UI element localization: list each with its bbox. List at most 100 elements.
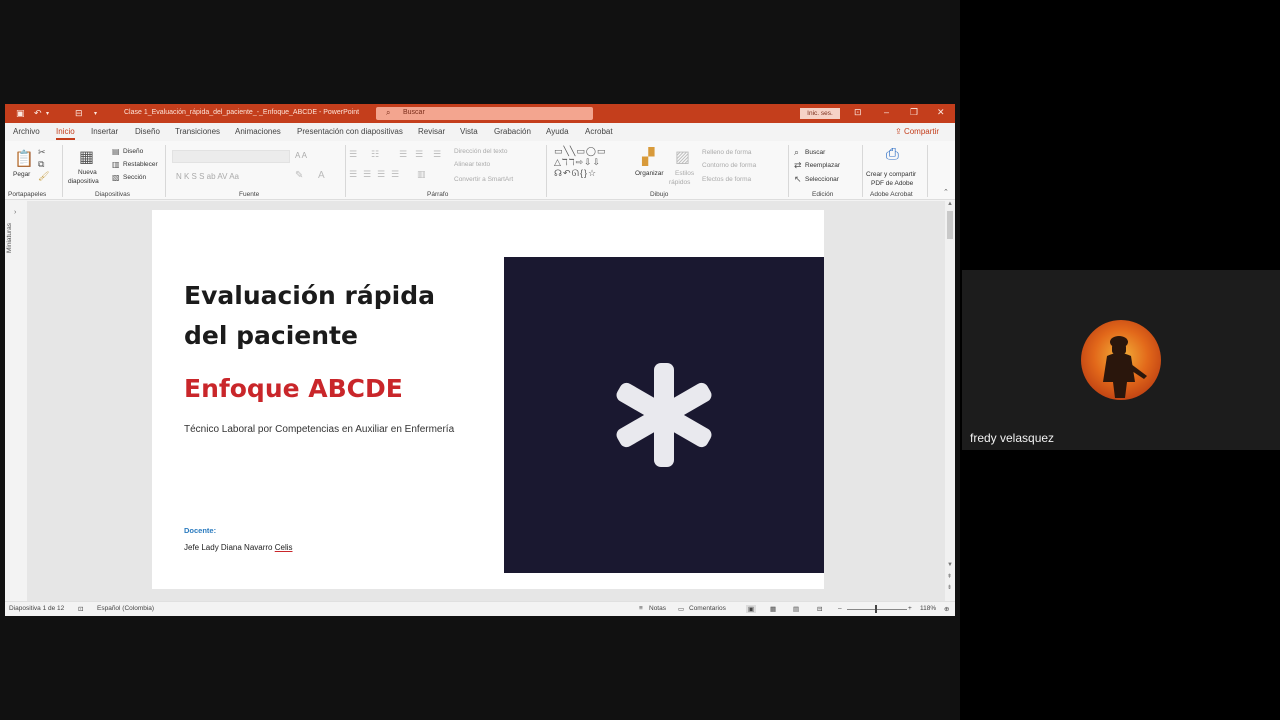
- thumbnails-pane[interactable]: › Miniaturas: [5, 201, 27, 601]
- text-direction-button[interactable]: Dirección del texto: [454, 148, 507, 155]
- slide[interactable]: Evaluación rápida del paciente Enfoque A…: [152, 210, 824, 589]
- teacher-name[interactable]: Jefe Lady Diana Navarro Celis: [184, 543, 293, 552]
- tab-transiciones[interactable]: Transiciones: [175, 127, 220, 136]
- collapse-ribbon-icon[interactable]: ⌃: [943, 188, 949, 196]
- zoom-level[interactable]: 118%: [920, 605, 936, 612]
- font-color-icon[interactable]: A: [318, 170, 325, 181]
- bullets-icon[interactable]: ☰: [349, 149, 357, 160]
- create-pdf-button-2[interactable]: PDF de Adobe: [871, 180, 913, 187]
- tab-archivo[interactable]: Archivo: [13, 127, 40, 136]
- zoom-slider[interactable]: [847, 609, 907, 610]
- arrange-icon[interactable]: ▞: [642, 147, 654, 167]
- create-pdf-button[interactable]: Crear y compartir: [866, 171, 916, 178]
- tab-revisar[interactable]: Revisar: [418, 127, 445, 136]
- font-format-buttons[interactable]: N K S S ab AV Aa: [176, 172, 239, 181]
- share-button[interactable]: ⇪ Compartir: [895, 127, 939, 136]
- outdent-icon[interactable]: ☰: [415, 149, 423, 160]
- columns-icon[interactable]: ▥: [417, 169, 426, 180]
- minimize-icon[interactable]: –: [884, 107, 889, 117]
- quick-styles-button-2[interactable]: rápidos: [669, 179, 690, 186]
- language-indicator[interactable]: Español (Colombia): [97, 605, 154, 612]
- align-text-button[interactable]: Alinear texto: [454, 161, 490, 168]
- indent-icon[interactable]: ☰: [399, 149, 407, 160]
- restore-icon[interactable]: ❐: [910, 107, 918, 118]
- autosave-icon[interactable]: ▣: [16, 108, 25, 119]
- participant-tile[interactable]: fredy velasquez: [962, 270, 1280, 450]
- select-button[interactable]: Seleccionar: [805, 176, 839, 183]
- tab-animaciones[interactable]: Animaciones: [235, 127, 281, 136]
- format-painter-icon[interactable]: 🖌: [38, 171, 49, 182]
- quick-styles-button[interactable]: Estilos: [675, 170, 694, 177]
- slideshow-icon[interactable]: ⊟: [817, 605, 822, 613]
- program-name[interactable]: Técnico Laboral por Competencias en Auxi…: [184, 424, 454, 435]
- group-label-parrafo: Párrafo: [427, 191, 449, 198]
- create-pdf-icon[interactable]: ⎙: [886, 146, 899, 164]
- tab-vista[interactable]: Vista: [460, 127, 478, 136]
- font-size-buttons[interactable]: A A: [295, 151, 307, 160]
- vertical-scrollbar[interactable]: ▲ ▼ ⇞ ⇟: [945, 201, 955, 601]
- find-button[interactable]: Buscar: [805, 149, 825, 156]
- fit-to-window-icon[interactable]: ⊕: [944, 605, 949, 613]
- slide-sorter-icon[interactable]: ▦: [770, 605, 776, 613]
- arrange-button[interactable]: Organizar: [635, 170, 664, 177]
- paste-label[interactable]: Pegar: [13, 171, 30, 178]
- reset-button[interactable]: Restablecer: [123, 161, 158, 168]
- tab-acrobat[interactable]: Acrobat: [585, 127, 613, 136]
- line-spacing-icon[interactable]: ☰: [433, 149, 441, 160]
- scroll-down-icon[interactable]: ▼: [947, 562, 953, 568]
- font-name-box[interactable]: [172, 150, 290, 163]
- tab-inicio[interactable]: Inicio: [56, 127, 75, 140]
- present-icon[interactable]: ⊟: [75, 108, 83, 119]
- close-icon[interactable]: ✕: [937, 107, 945, 118]
- medical-asterisk-image[interactable]: [504, 257, 824, 573]
- expand-thumbnails-icon[interactable]: ›: [14, 209, 16, 216]
- customize-qat-icon[interactable]: ▾: [94, 110, 97, 117]
- highlight-icon[interactable]: ✎: [295, 170, 303, 181]
- zoom-in-icon[interactable]: +: [908, 605, 912, 612]
- zoom-out-icon[interactable]: –: [838, 605, 842, 612]
- tab-grabacion[interactable]: Grabación: [494, 127, 531, 136]
- new-slide-icon[interactable]: ▦: [79, 147, 94, 167]
- cut-icon[interactable]: ✂: [38, 147, 46, 158]
- paste-icon[interactable]: 📋: [14, 149, 34, 169]
- new-slide-label-2[interactable]: diapositiva: [68, 178, 99, 185]
- replace-button[interactable]: Reemplazar: [805, 162, 840, 169]
- teacher-label[interactable]: Docente:: [184, 526, 216, 535]
- layout-button[interactable]: Diseño: [123, 148, 143, 155]
- undo-dropdown-icon[interactable]: ▾: [46, 110, 49, 117]
- shape-effects-button[interactable]: Efectos de forma: [702, 176, 751, 183]
- undo-icon[interactable]: ↶: [34, 108, 42, 119]
- quick-styles-icon[interactable]: ▨: [675, 147, 690, 167]
- reading-view-icon[interactable]: ▤: [793, 605, 799, 613]
- comments-button[interactable]: Comentarios: [689, 605, 726, 612]
- zoom-slider-knob[interactable]: [875, 605, 877, 613]
- align-right-icon[interactable]: ☰: [377, 169, 385, 180]
- tab-diseno[interactable]: Diseño: [135, 127, 160, 136]
- scrollbar-thumb[interactable]: [947, 211, 953, 239]
- numbering-icon[interactable]: ☷: [371, 149, 379, 160]
- scroll-up-icon[interactable]: ▲: [947, 201, 953, 207]
- shape-outline-button[interactable]: Contorno de forma: [702, 162, 756, 169]
- normal-view-icon[interactable]: ▣: [746, 605, 757, 613]
- justify-icon[interactable]: ☰: [391, 169, 399, 180]
- ribbon-display-icon[interactable]: ⊡: [854, 107, 862, 118]
- new-slide-label[interactable]: Nueva: [78, 169, 97, 176]
- tab-presentacion[interactable]: Presentación con diapositivas: [297, 127, 403, 136]
- previous-slide-icon[interactable]: ⇞: [947, 573, 952, 580]
- slide-subtitle[interactable]: Enfoque ABCDE: [184, 374, 403, 403]
- section-button[interactable]: Sección: [123, 174, 146, 181]
- shapes-gallery[interactable]: ▭╲╲▭◯▭ △ℸℸ⇨⇩⇩ ☊↶ᘏ{}☆: [554, 146, 632, 184]
- tab-insertar[interactable]: Insertar: [91, 127, 118, 136]
- notes-button[interactable]: Notas: [649, 605, 666, 612]
- copy-icon[interactable]: ⧉: [38, 159, 44, 170]
- shape-fill-button[interactable]: Relleno de forma: [702, 149, 752, 156]
- search-box[interactable]: ⌕ Buscar: [376, 107, 593, 120]
- next-slide-icon[interactable]: ⇟: [947, 584, 952, 591]
- align-left-icon[interactable]: ☰: [349, 169, 357, 180]
- slide-title[interactable]: Evaluación rápida del paciente: [184, 276, 484, 356]
- sign-in-button[interactable]: Inic. ses.: [800, 108, 840, 119]
- convert-smartart-button[interactable]: Convertir a SmartArt: [454, 176, 513, 183]
- accessibility-icon[interactable]: ⊡: [78, 605, 83, 613]
- align-center-icon[interactable]: ☰: [363, 169, 371, 180]
- tab-ayuda[interactable]: Ayuda: [546, 127, 569, 136]
